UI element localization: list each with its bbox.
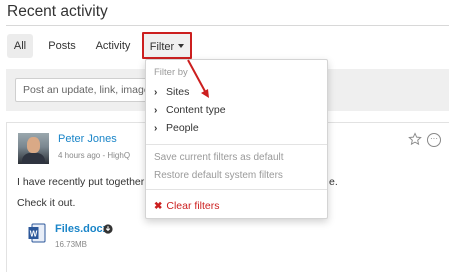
chevron-right-icon: › — [154, 87, 158, 98]
filter-item-label: Content type — [166, 104, 226, 116]
star-icon[interactable] — [408, 132, 422, 146]
post-update-input[interactable] — [15, 78, 155, 102]
chevron-right-icon: › — [154, 123, 158, 134]
post-text-line1: I have recently put together so — [17, 176, 159, 188]
attachment-size: 16.73MB — [55, 240, 88, 249]
post-meta: 4 hours ago - HighQ — [58, 151, 131, 160]
tab-posts[interactable]: Posts — [45, 34, 79, 58]
clear-filters-label: Clear filters — [166, 200, 220, 212]
svg-text:W: W — [30, 230, 38, 239]
download-icon[interactable] — [103, 224, 113, 234]
filter-item-label: Sites — [166, 86, 190, 98]
avatar-shirt — [22, 153, 45, 164]
menu-divider — [146, 144, 327, 145]
close-icon: ✖ — [154, 201, 163, 212]
more-options-icon[interactable]: ··· — [427, 133, 441, 147]
filter-item-label: People — [166, 122, 199, 134]
word-doc-icon[interactable]: W — [28, 223, 46, 243]
chevron-right-icon: › — [154, 105, 158, 116]
avatar[interactable] — [18, 133, 49, 164]
post-text-line2: Check it out. — [17, 197, 76, 209]
avatar-face — [27, 137, 40, 153]
clear-filters-item[interactable]: ✖ Clear filters — [154, 200, 220, 212]
post-text-line1-tail: e. — [329, 176, 338, 188]
caret-down-icon — [178, 44, 185, 48]
filter-button-label: Filter — [149, 41, 175, 53]
filter-menu: Filter by › Sites › Content type › People S… — [145, 59, 328, 219]
tab-all[interactable]: All — [7, 34, 33, 58]
tab-activity[interactable]: Activity — [93, 34, 133, 58]
filter-dropdown-button[interactable]: Filter — [142, 32, 192, 59]
restore-default-filters-item[interactable]: Restore default system filters — [154, 170, 283, 181]
filter-item-content-type[interactable]: › Content type — [154, 104, 226, 116]
page-title: Recent activity — [7, 3, 108, 20]
filter-menu-header: Filter by — [154, 67, 188, 78]
attachment-name-link[interactable]: Files.docx — [55, 223, 109, 235]
post-author-link[interactable]: Peter Jones — [58, 133, 117, 145]
filter-item-sites[interactable]: › Sites — [154, 86, 189, 98]
menu-divider — [146, 189, 327, 190]
filter-item-people[interactable]: › People — [154, 122, 199, 134]
save-filters-default-item[interactable]: Save current filters as default — [154, 152, 284, 163]
title-divider — [6, 25, 449, 26]
